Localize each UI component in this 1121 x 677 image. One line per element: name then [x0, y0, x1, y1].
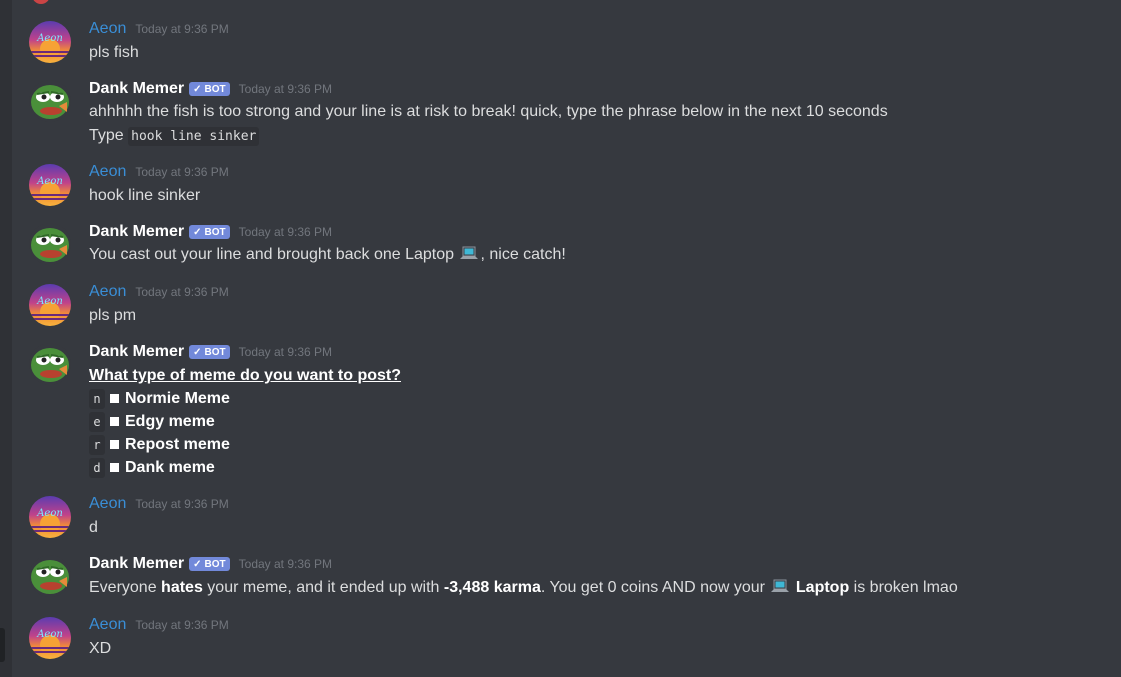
- avatar-dank-memer[interactable]: [29, 80, 71, 122]
- meme-option: e Edgy meme: [89, 412, 215, 432]
- inline-code: hook line sinker: [128, 127, 260, 146]
- svg-text:Aeon: Aeon: [36, 176, 63, 187]
- meme-option: r Repost meme: [89, 435, 230, 455]
- timestamp: Today at 9:36 PM: [238, 345, 333, 359]
- avatar-aeon[interactable]: Aeon: [29, 164, 71, 206]
- partial-avatar: [32, 0, 50, 4]
- timestamp: Today at 9:36 PM: [135, 285, 229, 299]
- message-text: XD: [89, 640, 112, 657]
- timestamp: Today at 9:36 PM: [238, 225, 333, 239]
- avatar-aeon[interactable]: Aeon: [29, 284, 71, 326]
- message-text: pls pm: [89, 307, 137, 324]
- username[interactable]: Dank Memer: [89, 555, 184, 573]
- check-icon: ✓: [193, 226, 202, 238]
- avatar-aeon[interactable]: Aeon: [29, 21, 71, 63]
- username[interactable]: Aeon: [89, 616, 126, 634]
- username[interactable]: Dank Memer: [89, 80, 184, 98]
- message-text: hook line sinker: [89, 187, 201, 204]
- avatar-aeon[interactable]: Aeon: [29, 617, 71, 659]
- message-text: Everyone hates your meme, and it ended u…: [89, 578, 958, 601]
- check-icon: ✓: [193, 83, 202, 95]
- timestamp: Today at 9:36 PM: [135, 165, 229, 179]
- svg-text:Aeon: Aeon: [36, 508, 63, 519]
- bot-badge: ✓ BOT: [189, 345, 230, 359]
- username[interactable]: Dank Memer: [89, 343, 184, 361]
- timestamp: Today at 9:36 PM: [135, 22, 229, 36]
- message-text: ahhhhh the fish is too strong and your l…: [89, 103, 888, 120]
- svg-text:Aeon: Aeon: [36, 296, 63, 307]
- message-text: d: [89, 519, 98, 536]
- scrollbar-thumb[interactable]: [0, 628, 5, 662]
- svg-text:Aeon: Aeon: [36, 629, 63, 640]
- meme-option: d Dank meme: [89, 458, 215, 478]
- svg-text:Aeon: Aeon: [36, 33, 63, 44]
- meme-question: What type of meme do you want to post?: [89, 367, 401, 384]
- avatar-dank-memer[interactable]: [29, 343, 71, 385]
- check-icon: ✓: [193, 346, 202, 358]
- check-icon: ✓: [193, 558, 202, 570]
- timestamp: Today at 9:36 PM: [238, 557, 333, 571]
- username[interactable]: Aeon: [89, 283, 126, 301]
- message-text: pls fish: [89, 44, 139, 61]
- username[interactable]: Aeon: [89, 20, 126, 38]
- laptop-icon: [771, 579, 790, 601]
- message-text: You cast out your line and brought back …: [89, 245, 566, 268]
- username[interactable]: Aeon: [89, 495, 126, 513]
- timestamp: Today at 9:36 PM: [238, 82, 333, 96]
- avatar-dank-memer[interactable]: [29, 223, 71, 265]
- bot-badge: ✓ BOT: [189, 557, 230, 571]
- bot-badge: ✓ BOT: [189, 82, 230, 96]
- laptop-icon: [460, 246, 479, 268]
- bot-badge: ✓ BOT: [189, 225, 230, 239]
- meme-option: n Normie Meme: [89, 389, 230, 409]
- scrollbar-track[interactable]: [0, 0, 12, 677]
- message-text-line2: Type hook line sinker: [89, 126, 260, 147]
- avatar-dank-memer[interactable]: [29, 555, 71, 597]
- username[interactable]: Dank Memer: [89, 223, 184, 241]
- timestamp: Today at 9:36 PM: [135, 618, 229, 632]
- avatar-aeon[interactable]: Aeon: [29, 496, 71, 538]
- timestamp: Today at 9:36 PM: [135, 497, 229, 511]
- username[interactable]: Aeon: [89, 163, 126, 181]
